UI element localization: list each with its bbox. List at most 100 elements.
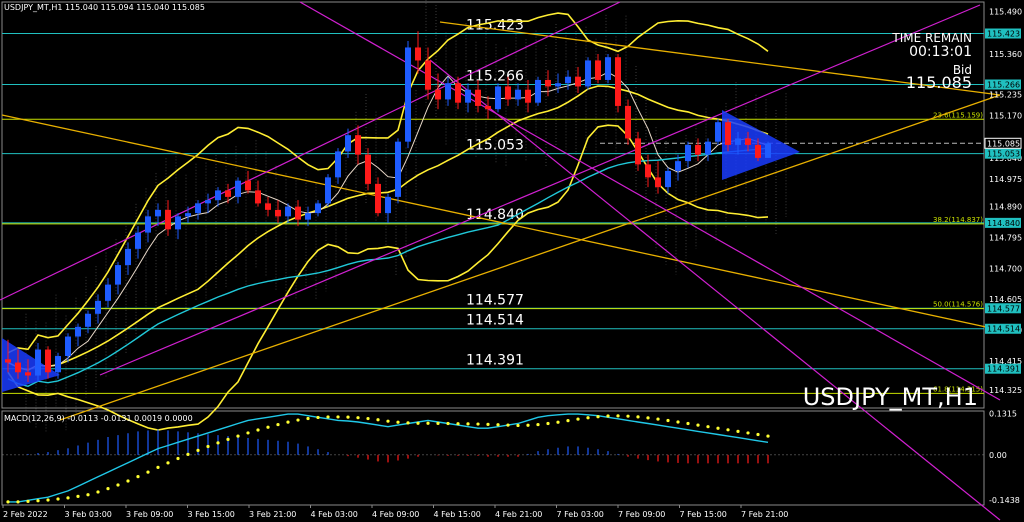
candle-body [435, 89, 441, 100]
macd-signal-dot [656, 417, 660, 421]
candle-body [225, 190, 231, 197]
candle-body [195, 203, 201, 214]
macd-signal-dot [636, 415, 640, 419]
macd-signal-dot [6, 500, 10, 504]
candle-body [255, 190, 261, 204]
macd-signal-dot [496, 423, 500, 427]
macd-signal-dot [426, 421, 430, 425]
price-tag-label: 114.577 [987, 304, 1020, 313]
macd-signal-dot [466, 422, 470, 426]
candle-body [445, 83, 451, 100]
candle-body [55, 356, 61, 373]
candle-body [95, 300, 101, 314]
macd-signal-dot [376, 418, 380, 422]
macd-title: MACD(12,26,9) -0.0113 -0.0131 0.0019 0.0… [4, 414, 193, 423]
macd-signal-dot [236, 434, 240, 438]
macd-signal-dot [206, 444, 210, 449]
macd-signal-dot [416, 421, 420, 425]
macd-signal-dot [306, 416, 310, 421]
candle-body [605, 57, 611, 80]
candle-body [645, 164, 651, 178]
price-tick-label: 114.975 [989, 175, 1022, 184]
price-tick-label: 115.360 [989, 50, 1022, 59]
candle-body [545, 79, 551, 87]
macd-tick-label: -0.1438 [989, 496, 1020, 505]
time-tick-label: 7 Feb 15:00 [680, 510, 727, 519]
candle-body [735, 138, 741, 145]
macd-signal-dot [486, 422, 490, 427]
candle-body [685, 144, 691, 162]
candle-body [155, 209, 161, 217]
macd-signal-dot [186, 452, 190, 456]
candle-body [295, 206, 301, 220]
price-tick-label: 115.235 [989, 91, 1022, 100]
macd-signal-dot [346, 415, 350, 419]
level-label: 115.266 [466, 68, 524, 84]
candle-body [525, 89, 531, 103]
macd-signal-dot [506, 423, 510, 427]
candle-body [355, 135, 361, 155]
price-tag-label: 114.840 [987, 219, 1020, 228]
macd-signal-dot [436, 421, 440, 425]
candle-body [215, 190, 221, 201]
time-tick-label: 7 Feb 03:00 [557, 510, 604, 519]
candle-body [575, 76, 581, 87]
macd-signal-dot [316, 415, 320, 420]
candle-body [495, 86, 501, 110]
bid-value: 115.085 [906, 73, 972, 92]
candle-body [5, 359, 11, 363]
candle-body [465, 89, 471, 103]
macd-signal-dot [36, 499, 40, 503]
macd-signal-dot [276, 422, 280, 427]
candle-body [15, 362, 21, 373]
price-tag-label: 115.053 [987, 150, 1020, 159]
macd-signal-dot [286, 420, 290, 424]
candles [5, 31, 771, 383]
time-tick-label: 3 Feb 21:00 [249, 510, 296, 519]
time-tick-label: 3 Feb 15:00 [188, 510, 235, 519]
macd-tick-label: 0.1315 [989, 410, 1017, 419]
price-tick-label: 114.325 [989, 386, 1022, 395]
macd-signal-dot [196, 448, 200, 452]
price-tag-label: 114.514 [987, 325, 1020, 334]
candle-body [375, 183, 381, 214]
price-tag-label: 115.085 [987, 139, 1020, 148]
candle-body [515, 89, 521, 100]
fib-label: 38.2(114.837) [933, 216, 983, 224]
time-tick-label: 7 Feb 21:00 [741, 510, 788, 519]
macd-signal-dot [696, 423, 700, 427]
macd-signal-dot [86, 493, 90, 497]
macd-frame [1, 410, 985, 506]
macd-signal-dot [156, 465, 160, 469]
macd-signal-dot [536, 422, 540, 427]
macd-signal-dot [756, 432, 760, 437]
macd-signal-dot [586, 416, 590, 420]
price-tick-label: 114.700 [989, 264, 1022, 273]
macd-signal-dot [126, 479, 130, 483]
candle-body [395, 141, 401, 197]
bollinger-mid [7, 85, 769, 371]
macd-signal-dot [566, 419, 570, 423]
macd-signal-dot [746, 431, 750, 435]
watermark: USDJPY_MT,H1 [803, 383, 978, 411]
candle-body [165, 209, 171, 230]
macd-signal-dot [686, 421, 690, 426]
candle-body [655, 177, 661, 188]
time-tick-label: 4 Feb 03:00 [311, 510, 358, 519]
candle-body [695, 144, 701, 155]
candle-body [385, 196, 391, 214]
macd-signal-dot [546, 421, 550, 426]
macd-signal-dot [76, 494, 80, 498]
price-tick-label: 115.490 [989, 8, 1022, 17]
price-chart: 115.423 115.266 115.053 114.840 114.577 114.5… [0, 0, 1022, 521]
macd-signal-dot [476, 422, 480, 426]
macd-signal-dot [366, 416, 370, 421]
macd-signal-dot [766, 434, 770, 438]
time-tick-label: 4 Feb 21:00 [495, 510, 542, 519]
macd-signal-dot [266, 425, 270, 429]
candle-body [145, 216, 151, 233]
price-tick-label: 115.170 [989, 112, 1022, 121]
candle-body [115, 265, 121, 285]
macd-signal-dot [96, 490, 100, 494]
candle-body [675, 161, 681, 171]
